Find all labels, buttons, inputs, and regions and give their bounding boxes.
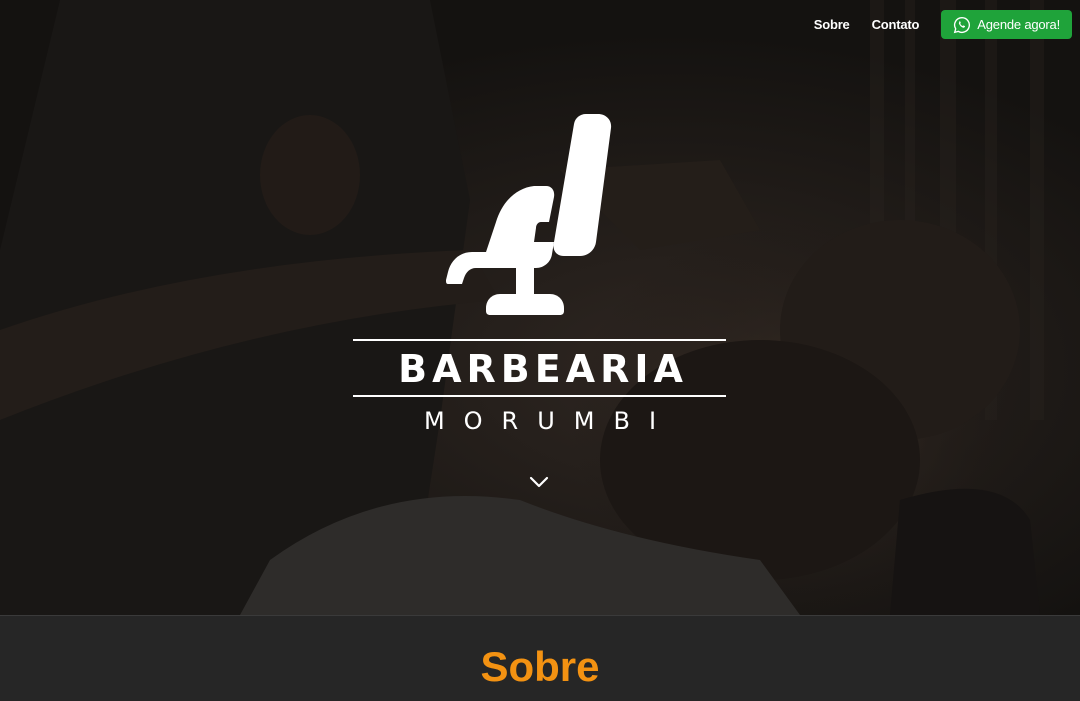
schedule-now-label: Agende agora! <box>977 17 1060 32</box>
brand-location: MORUMBI <box>423 407 676 435</box>
schedule-now-button[interactable]: Agende agora! <box>941 10 1072 39</box>
logo-divider-top <box>353 339 726 341</box>
nav-link-contato[interactable]: Contato <box>861 11 931 39</box>
about-section: Sobre <box>0 615 1080 701</box>
chevron-down-icon[interactable] <box>528 474 550 490</box>
whatsapp-icon <box>954 16 971 33</box>
nav-link-sobre[interactable]: Sobre <box>803 11 861 39</box>
barber-chair-icon <box>446 114 612 315</box>
hero-section: Sobre Contato Agende agora! BARBEARIA MO… <box>0 0 1080 615</box>
top-navigation: Sobre Contato Agende agora! <box>803 10 1072 39</box>
logo-divider-bottom <box>353 395 726 397</box>
brand-name: BARBEARIA <box>398 347 688 391</box>
brand-logo: BARBEARIA MORUMBI <box>350 112 730 442</box>
about-title: Sobre <box>480 643 600 690</box>
